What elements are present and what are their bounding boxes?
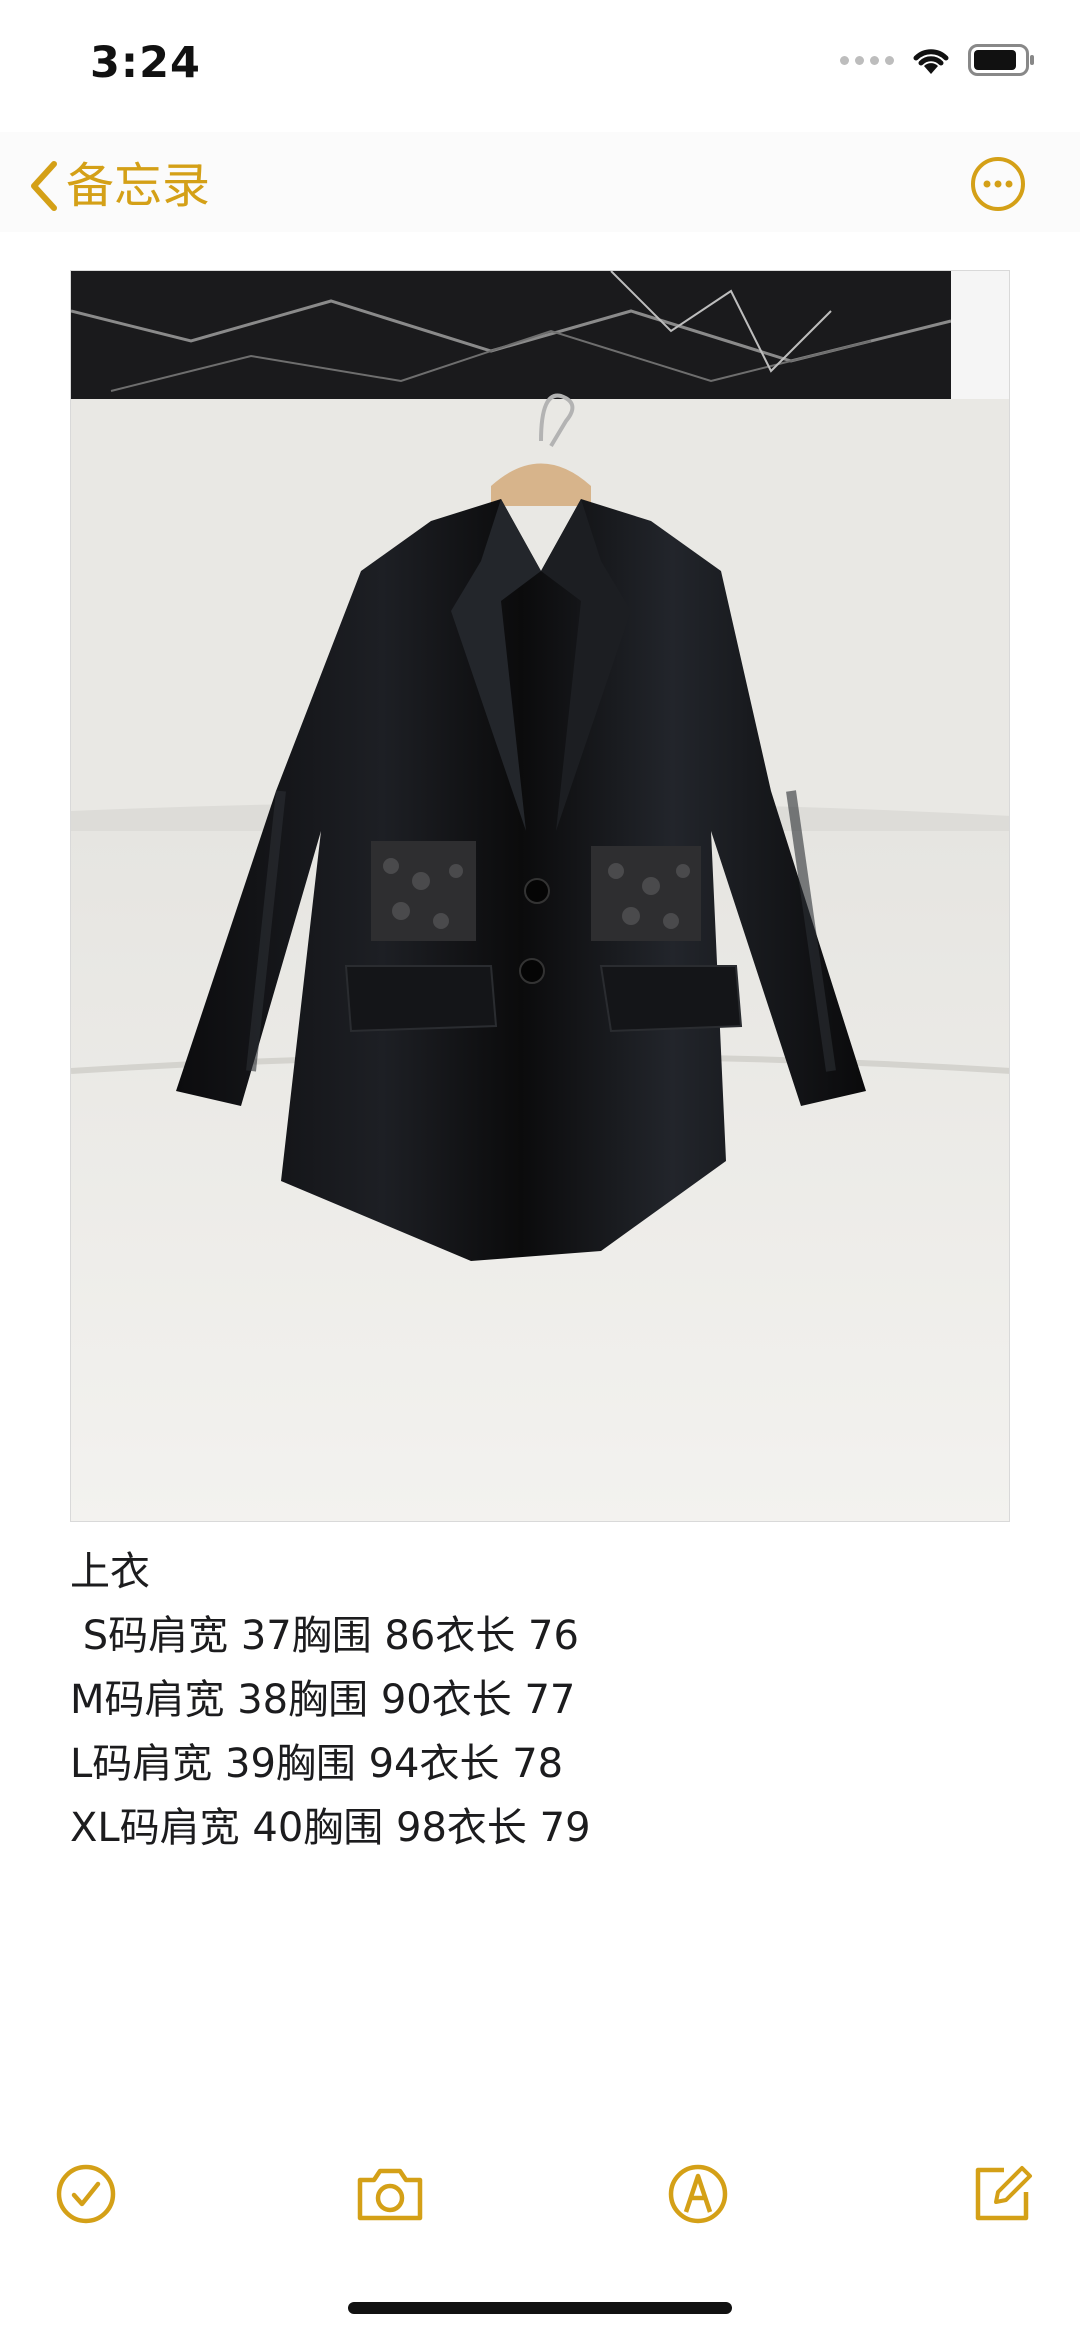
- note-line-size-s: S码肩宽 37胸围 86衣长 76: [70, 1613, 579, 1659]
- camera-icon: [357, 2168, 423, 2221]
- markup-pen-icon: [668, 2164, 728, 2224]
- status-time: 3:24: [90, 38, 201, 88]
- chevron-left-icon: [31, 161, 57, 211]
- blazer-photo: [71, 271, 1009, 1521]
- note-photo-attachment[interactable]: [70, 270, 1010, 1522]
- home-indicator[interactable]: [348, 2302, 732, 2314]
- more-options-button[interactable]: [970, 156, 1026, 212]
- note-body[interactable]: 上衣 S码肩宽 37胸围 86衣长 76 M码肩宽 38胸围 90衣长 77 L…: [70, 1540, 591, 1860]
- compose-icon: [975, 2166, 1032, 2221]
- back-button-label: 备忘录: [66, 158, 211, 214]
- note-line-size-xl: XL码肩宽 40胸围 98衣长 79: [70, 1805, 591, 1851]
- compose-button[interactable]: [968, 2160, 1036, 2228]
- back-button[interactable]: 备忘录: [28, 156, 210, 216]
- status-bar: 3:24: [0, 0, 1080, 132]
- checklist-button[interactable]: [52, 2160, 120, 2228]
- battery-icon: [968, 44, 1034, 76]
- note-line-size-l: L码肩宽 39胸围 94衣长 78: [70, 1741, 564, 1787]
- cellular-signal-icon: [840, 55, 894, 65]
- navigation-bar: 备忘录: [0, 132, 1080, 232]
- ellipsis-circle-icon: [971, 157, 1025, 211]
- bottom-toolbar: [0, 2150, 1080, 2240]
- checklist-icon: [56, 2164, 116, 2224]
- status-icons: [840, 44, 1036, 76]
- note-line-size-m: M码肩宽 38胸围 90衣长 77: [70, 1677, 576, 1723]
- camera-button[interactable]: [354, 2160, 426, 2228]
- note-line-title: 上衣: [70, 1549, 150, 1595]
- wifi-icon: [913, 49, 949, 74]
- markup-button[interactable]: [664, 2160, 732, 2228]
